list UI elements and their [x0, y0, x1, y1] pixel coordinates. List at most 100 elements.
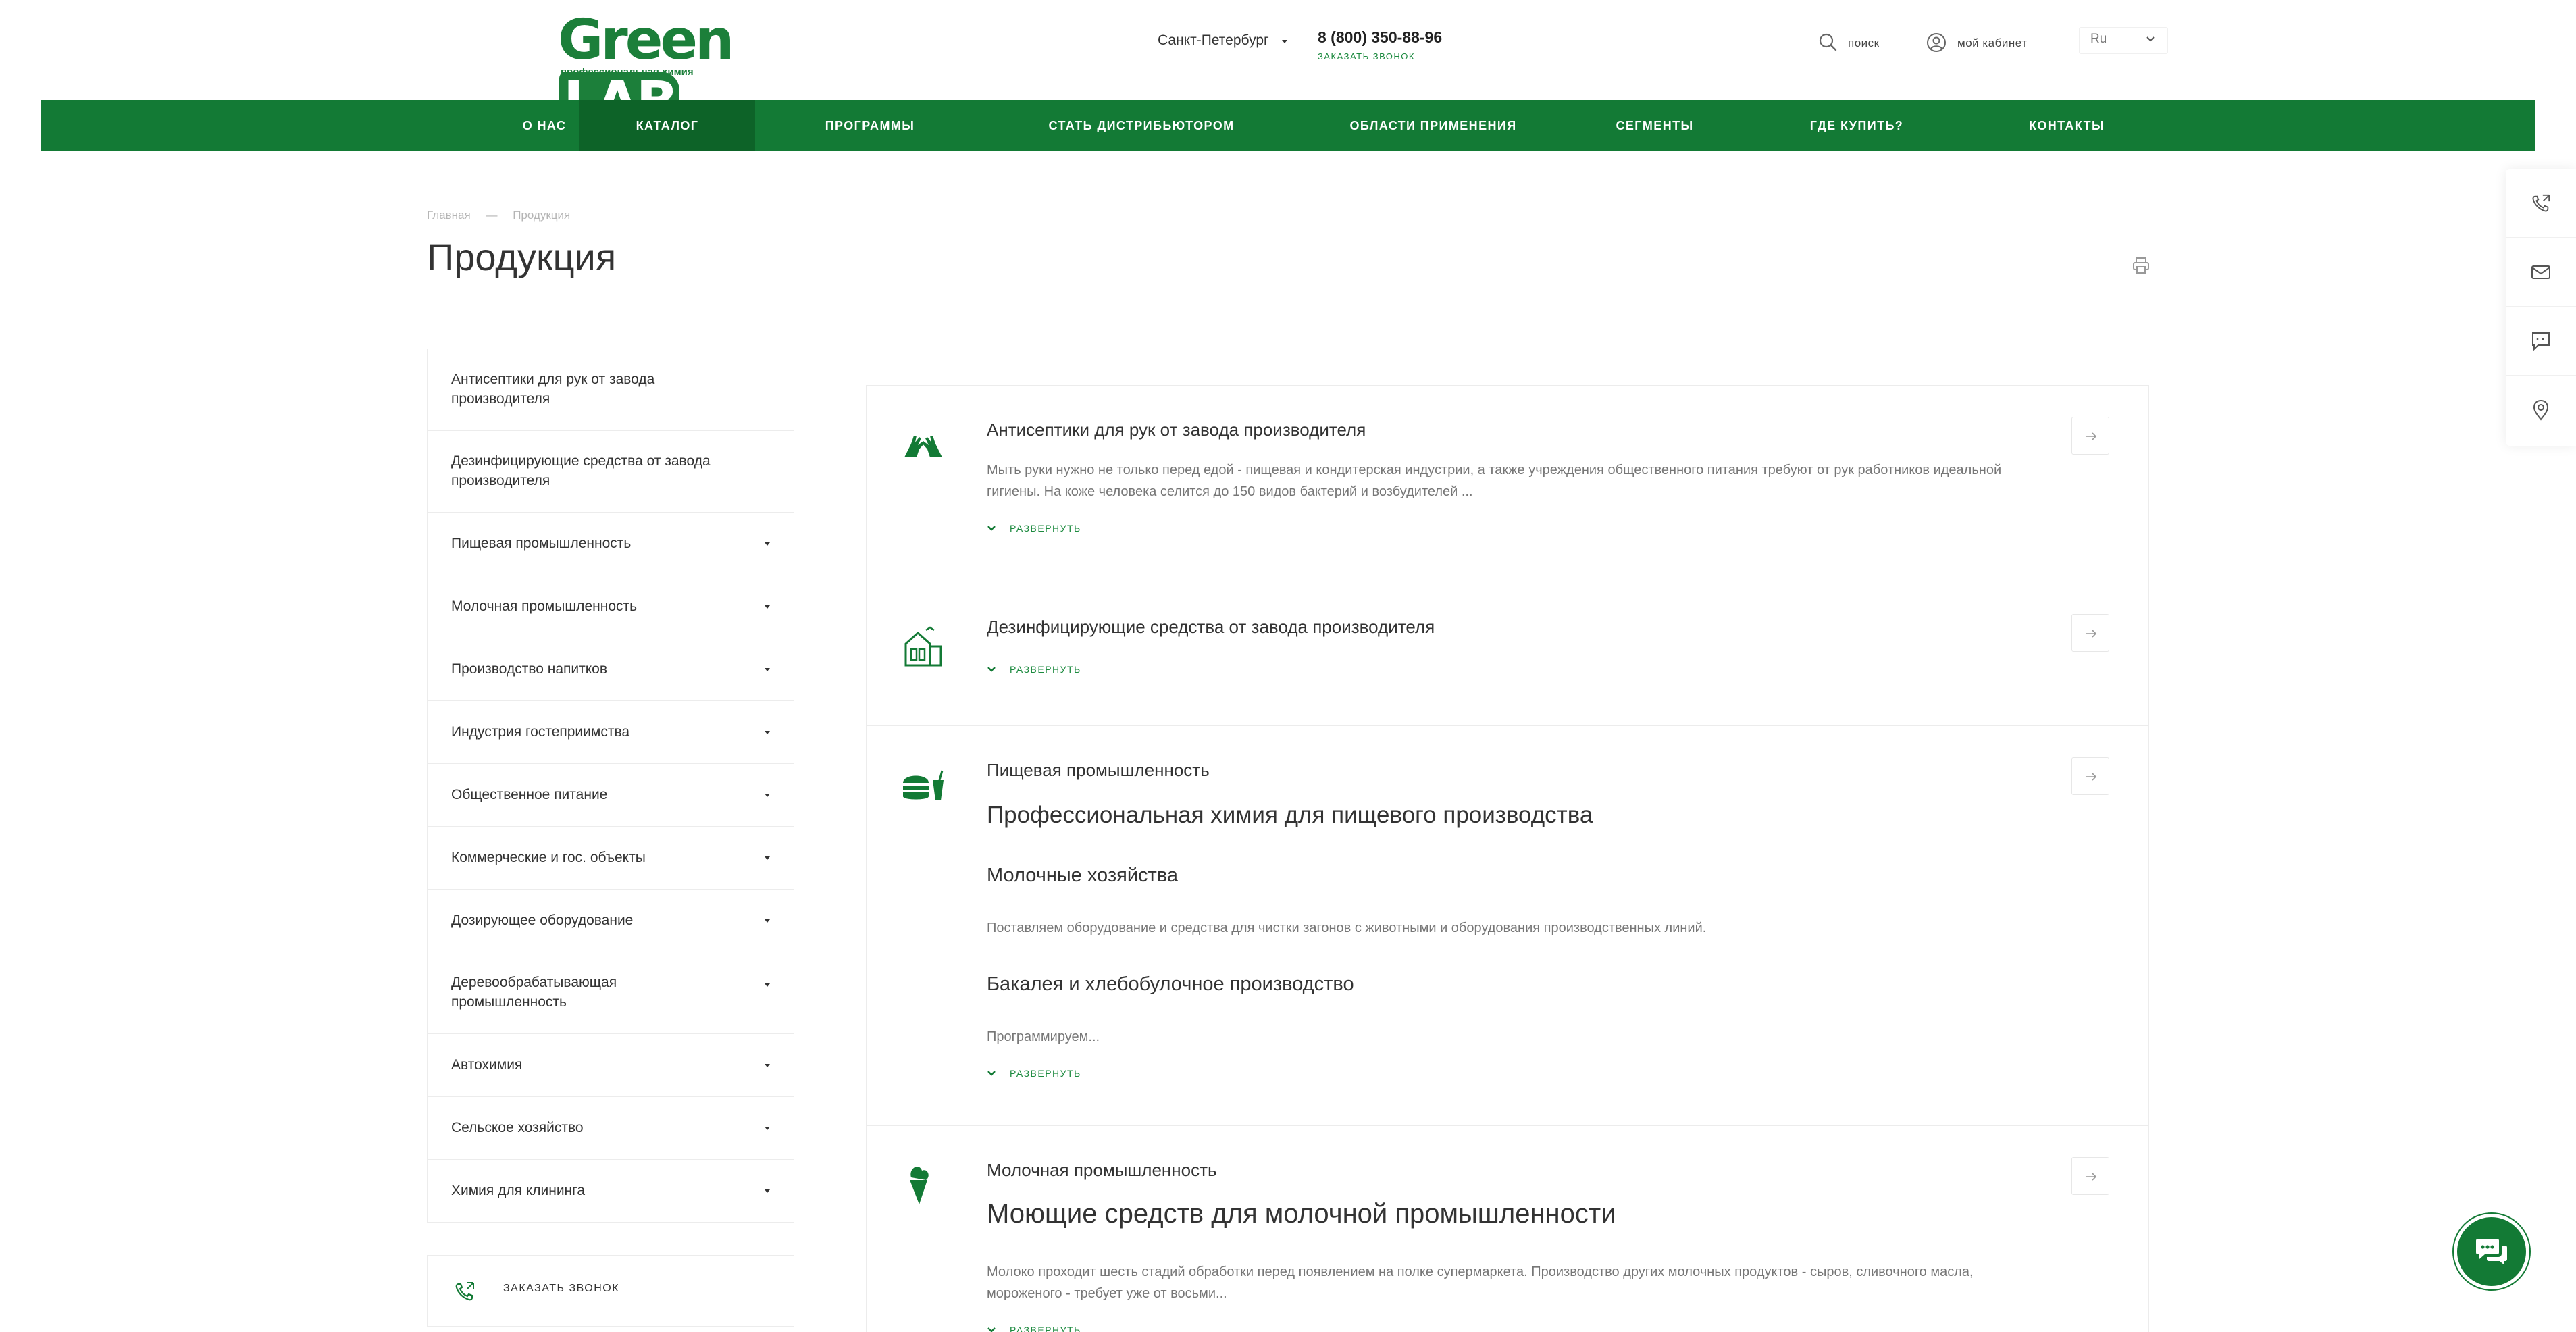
- catalog-card-description: Молоко проходит шесть стадий обработки п…: [987, 1264, 1974, 1301]
- main-nav: О НАС КАТАЛОГ ПРОГРАММЫ СТАТЬ ДИСТРИБЬЮТ…: [41, 100, 2535, 151]
- mail-icon: [2531, 265, 2550, 279]
- floating-contact-panel: [2506, 169, 2576, 446]
- catalog-list: Антисептики для рук от завода производит…: [866, 385, 2149, 1332]
- chat-bubble-icon: [2532, 332, 2550, 351]
- catalog-card-description: Мыть руки нужно не только перед едой - п…: [987, 463, 2002, 499]
- sidebar-callback-button[interactable]: ЗАКАЗАТЬ ЗВОНОК: [427, 1255, 794, 1327]
- nav-item-distributor[interactable]: СТАТЬ ДИСТРИБЬЮТОРОМ: [1000, 100, 1283, 151]
- gloves-icon: [904, 436, 942, 457]
- open-section-button[interactable]: [2071, 614, 2109, 652]
- sidebar-item-agriculture[interactable]: Сельское хозяйство: [427, 1096, 794, 1160]
- phone-callback-icon: [2532, 194, 2550, 212]
- open-section-button[interactable]: [2071, 1157, 2109, 1195]
- float-chat-button[interactable]: [2506, 307, 2576, 376]
- float-callback-button[interactable]: [2506, 169, 2576, 238]
- chat-icon: [2476, 1239, 2507, 1265]
- sidebar-item-hospitality[interactable]: Индустрия гостеприимства: [427, 700, 794, 764]
- print-icon[interactable]: [2132, 256, 2150, 275]
- subsection-title: Бакалея и хлебобулочное производство: [987, 973, 1354, 995]
- sidebar-item-label: Сельское хозяйство: [451, 1120, 584, 1135]
- cabinet-label[interactable]: мой кабинет: [1957, 36, 2027, 50]
- catalog-card-title[interactable]: Антисептики для рук от завода производит…: [987, 419, 1366, 440]
- catalog-card-food-industry: Пищевая промышленность Профессиональная …: [867, 726, 2148, 1126]
- sidebar-item-label: Химия для клининга: [451, 1183, 586, 1198]
- sidebar-item-label: Антисептики для рук от завода производит…: [451, 372, 655, 407]
- catalog-card-antiseptics: Антисептики для рук от завода производит…: [867, 386, 2148, 584]
- nav-item-segments[interactable]: СЕГМЕНТЫ: [1587, 100, 1722, 151]
- sidebar-item-dairy[interactable]: Молочная промышленность: [427, 575, 794, 638]
- caret-down-icon: [765, 983, 770, 987]
- nav-item-catalog[interactable]: КАТАЛОГ: [579, 100, 755, 151]
- sidebar-item-label: Производство напитков: [451, 661, 608, 677]
- sidebar-item-dosing[interactable]: Дозирующее оборудование: [427, 889, 794, 952]
- chevron-down-icon: [987, 667, 996, 672]
- sidebar-item-cleaning[interactable]: Химия для клининга: [427, 1159, 794, 1223]
- breadcrumb-separator: —: [486, 209, 498, 222]
- float-mail-button[interactable]: [2506, 238, 2576, 307]
- section-heading: Профессиональная химия для пищевого прои…: [987, 802, 1593, 828]
- sidebar-item-autochem[interactable]: Автохимия: [427, 1033, 794, 1097]
- subsection-text: Программируем...: [987, 1029, 1100, 1044]
- chevron-down-icon: [987, 526, 996, 531]
- city-dropdown-caret-icon[interactable]: [1282, 40, 1287, 43]
- catalog-card-disinfectants: Дезинфицирующие средства от завода произ…: [867, 584, 2148, 726]
- arrow-right-icon: [2086, 773, 2097, 781]
- catalog-card-title[interactable]: Молочная промышленность: [987, 1160, 1217, 1181]
- chevron-down-icon: [987, 1071, 996, 1076]
- caret-down-icon: [765, 542, 770, 546]
- breadcrumb-home[interactable]: Главная: [427, 209, 471, 222]
- user-icon[interactable]: [1926, 32, 1947, 53]
- language-value: Ru: [2090, 32, 2107, 46]
- catalog-card-title[interactable]: Пищевая промышленность: [987, 760, 1210, 781]
- section-heading: Моющие средств для молочной промышленнос…: [987, 1199, 1616, 1229]
- caret-down-icon: [765, 919, 770, 923]
- open-section-button[interactable]: [2071, 757, 2109, 795]
- caret-down-icon: [765, 1127, 770, 1130]
- sidebar-item-antiseptics[interactable]: Антисептики для рук от завода производит…: [427, 349, 794, 431]
- nav-item-contacts[interactable]: КОНТАКТЫ: [1992, 100, 2141, 151]
- burger-drink-icon: [903, 770, 944, 800]
- sidebar-item-commercial[interactable]: Коммерческие и гос. объекты: [427, 826, 794, 890]
- ice-cream-icon: [910, 1167, 929, 1204]
- phone-callback-icon: [455, 1282, 474, 1301]
- nav-item-applications[interactable]: ОБЛАСТИ ПРИМЕНЕНИЯ: [1298, 100, 1568, 151]
- search-label[interactable]: поиск: [1848, 36, 1880, 50]
- phone-number[interactable]: 8 (800) 350-88-96: [1318, 28, 1442, 47]
- caret-down-icon: [765, 856, 770, 860]
- sidebar-item-catering[interactable]: Общественное питание: [427, 763, 794, 827]
- map-pin-icon: [2533, 399, 2549, 421]
- float-map-button[interactable]: [2506, 376, 2576, 444]
- caret-down-icon: [765, 731, 770, 734]
- chevron-down-icon: [2146, 36, 2155, 42]
- chevron-down-icon: [987, 1327, 996, 1332]
- order-call-link[interactable]: ЗАКАЗАТЬ ЗВОНОК: [1318, 51, 1415, 61]
- chat-widget-button[interactable]: [2457, 1217, 2526, 1286]
- arrow-right-icon: [2086, 432, 2097, 440]
- sidebar-item-beverages[interactable]: Производство напитков: [427, 638, 794, 701]
- caret-down-icon: [765, 794, 770, 797]
- search-icon[interactable]: [1818, 32, 1837, 51]
- logo-tagline: профессиональная химия: [561, 66, 694, 78]
- open-section-button[interactable]: [2071, 417, 2109, 455]
- sidebar-item-food-industry[interactable]: Пищевая промышленность: [427, 512, 794, 575]
- sidebar-item-label: Дозирующее оборудование: [451, 913, 634, 928]
- sidebar-item-label: Индустрия гостеприимства: [451, 724, 630, 740]
- page-title: Продукция: [427, 236, 617, 278]
- sidebar-item-label: Общественное питание: [451, 787, 608, 802]
- sidebar-item-label: Молочная промышленность: [451, 598, 638, 614]
- breadcrumb-current: Продукция: [513, 209, 571, 222]
- caret-down-icon: [765, 1064, 770, 1067]
- logo[interactable]: GreenLAB профессиональная химия: [558, 9, 750, 134]
- language-select[interactable]: Ru: [2079, 27, 2168, 54]
- nav-item-where-to-buy[interactable]: ГДЕ КУПИТЬ?: [1772, 100, 1941, 151]
- catalog-card-title[interactable]: Дезинфицирующие средства от завода произ…: [987, 617, 1435, 638]
- subsection-text: Поставляем оборудование и средства для ч…: [987, 921, 1707, 936]
- nav-item-programs[interactable]: ПРОГРАММЫ: [782, 100, 958, 151]
- sidebar-callback-label: ЗАКАЗАТЬ ЗВОНОК: [503, 1283, 620, 1294]
- sidebar-item-woodworking[interactable]: Деревообрабатывающая промышленность: [427, 952, 794, 1034]
- caret-down-icon: [765, 605, 770, 609]
- arrow-right-icon: [2086, 630, 2097, 638]
- sidebar-item-disinfectants[interactable]: Дезинфицирующие средства от завода произ…: [427, 430, 794, 513]
- arrow-right-icon: [2086, 1173, 2097, 1181]
- city-selector[interactable]: Санкт-Петербург: [1158, 32, 1269, 49]
